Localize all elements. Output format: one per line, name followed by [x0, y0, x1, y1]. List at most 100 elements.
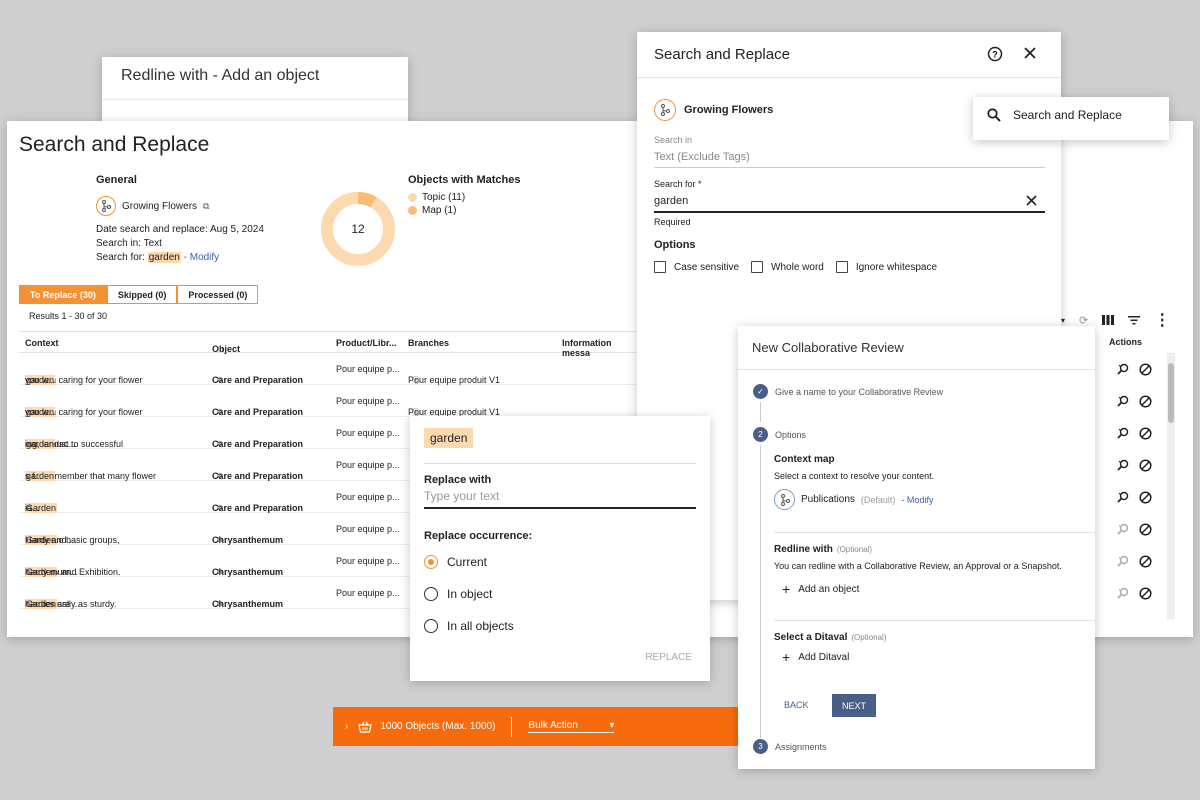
table-row[interactable]: ...When caring for your flower garden yo… [19, 385, 639, 417]
help-icon[interactable]: ? [987, 46, 1003, 62]
search-in-value[interactable]: Text (Exclude Tags) [654, 151, 1045, 168]
search-replace-menu-item[interactable]: Search and Replace [973, 97, 1169, 140]
close-icon[interactable] [1023, 46, 1037, 62]
replace-icon[interactable] [1117, 491, 1129, 503]
objects-with-matches: Objects with Matches Topic (11) Map (1) [408, 174, 520, 218]
donut-total: 12 [351, 222, 365, 236]
filter-icon[interactable] [1128, 315, 1141, 325]
radio-in-object[interactable]: In object [424, 587, 492, 601]
table-scrollbar[interactable] [1167, 353, 1175, 619]
add-object-button[interactable]: + Add an object [782, 581, 1096, 597]
redline-section: Redline with (Optional) You can redline w… [774, 544, 1096, 597]
general-heading: General [96, 174, 137, 186]
row-actions [1102, 481, 1172, 513]
checkbox-box[interactable] [751, 261, 764, 273]
publication-name[interactable]: Growing Flowers [122, 201, 197, 212]
external-link-icon[interactable]: ⧉ [217, 375, 223, 385]
replace-with-label: Replace with [424, 474, 492, 486]
case-sensitive-checkbox[interactable]: Case sensitive [654, 261, 739, 273]
object-name[interactable]: Care and Preparation [212, 375, 303, 385]
skip-icon[interactable] [1139, 426, 1152, 440]
modify-link[interactable]: - Modify [901, 495, 933, 505]
add-ditaval-button[interactable]: + Add Ditaval [782, 649, 1096, 665]
bulk-action-select[interactable]: Bulk Action ▾ [528, 720, 615, 733]
skip-icon[interactable] [1139, 586, 1152, 600]
refresh-icon[interactable]: ⟳ [1079, 314, 1088, 327]
replace-icon[interactable] [1117, 459, 1129, 471]
divider [424, 463, 696, 464]
object-name[interactable]: Care and Preparation [212, 407, 303, 417]
col-product[interactable]: Product/Libr... [336, 338, 397, 348]
replace-icon[interactable] [1117, 523, 1129, 535]
radio-in-all-objects[interactable]: In all objects [424, 619, 514, 633]
checkbox-box[interactable] [654, 261, 666, 273]
clear-icon[interactable] [1026, 195, 1037, 206]
columns-icon[interactable] [1102, 315, 1115, 325]
external-link-icon[interactable]: ⧉ [217, 599, 223, 609]
context-post: hardies are ... [25, 599, 81, 609]
radio-current[interactable]: Current [424, 555, 487, 569]
external-link-icon[interactable]: ⧉ [217, 567, 223, 577]
publication-row[interactable]: Growing Flowers ⧉ [96, 196, 264, 216]
external-link-icon[interactable]: ⧉ [203, 201, 209, 212]
object-name[interactable]: Care and Preparation [212, 503, 303, 513]
radio-circle[interactable] [424, 587, 438, 601]
results-count: Results 1 - 30 of 30 [29, 311, 108, 321]
redline-heading: Redline with (Optional) [774, 544, 1096, 555]
table-row[interactable]: ...When caring for your flower garden yo… [19, 353, 639, 385]
radio-circle[interactable] [424, 555, 438, 569]
object-name[interactable]: Care and Preparation [212, 439, 303, 449]
replace-button[interactable]: REPLACE [645, 652, 692, 663]
step-3[interactable]: 3 Assignments [753, 739, 827, 754]
skip-icon[interactable] [1139, 362, 1152, 376]
external-link-icon[interactable]: ⧉ [217, 471, 223, 481]
next-button[interactable]: NEXT [832, 694, 876, 717]
step-1[interactable]: ✓ Give a name to your Collaborative Revi… [753, 384, 943, 399]
replace-popup: garden Replace with Type your text Repla… [410, 416, 710, 681]
tab-skipped[interactable]: Skipped (0) [106, 285, 178, 304]
skip-icon[interactable] [1139, 458, 1152, 472]
replace-icon[interactable] [1117, 555, 1129, 567]
replace-with-field[interactable]: Replace with Type your text [424, 474, 696, 509]
search-for-field[interactable]: Search for * garden Required [654, 179, 1045, 227]
skip-icon[interactable] [1139, 522, 1152, 536]
external-link-icon[interactable]: ⧉ [217, 535, 223, 545]
col-context[interactable]: Context [25, 338, 59, 348]
replace-icon[interactable] [1117, 427, 1129, 439]
objects-count: 1000 Objects (Max. 1000) [380, 721, 496, 732]
scrollbar-thumb[interactable] [1168, 363, 1174, 423]
object-name[interactable]: Care and Preparation [212, 471, 303, 481]
more-vert-icon[interactable]: ⋮ [1154, 310, 1170, 330]
whole-word-checkbox[interactable]: Whole word [751, 261, 824, 273]
tab-to-replace[interactable]: To Replace (30) [19, 285, 107, 304]
dropdown-arrow-icon[interactable]: ▾ [1061, 316, 1065, 325]
replace-icon[interactable] [1117, 587, 1129, 599]
external-link-icon[interactable]: ⧉ [217, 439, 223, 449]
page-title: Search and Replace [19, 133, 210, 156]
replace-icon[interactable] [1117, 395, 1129, 407]
external-link-icon[interactable]: ⧉ [217, 407, 223, 417]
skip-icon[interactable] [1139, 490, 1152, 504]
search-for-text: Search for: garden - Modify [96, 252, 264, 263]
legend-topic: Topic (11) [408, 192, 520, 203]
replace-icon[interactable] [1117, 363, 1129, 375]
row-actions [1102, 417, 1172, 449]
skip-icon[interactable] [1139, 554, 1152, 568]
back-button[interactable]: BACK [784, 700, 809, 710]
col-branches[interactable]: Branches [408, 338, 449, 348]
search-for-input[interactable]: garden [654, 195, 1045, 213]
modify-link[interactable]: - Modify [184, 252, 220, 263]
publication-tree-icon [774, 489, 795, 510]
checkbox-box[interactable] [835, 261, 848, 273]
optional-tag: (Optional) [851, 633, 887, 642]
ignore-whitespace-checkbox[interactable]: Ignore whitespace [835, 261, 937, 273]
radio-circle[interactable] [424, 619, 438, 633]
step-2[interactable]: 2 Options [753, 427, 806, 442]
chevron-right-icon[interactable]: › [345, 721, 348, 732]
external-link-icon[interactable]: ⧉ [217, 503, 223, 513]
legend-label: Topic (11) [422, 192, 466, 203]
tab-processed[interactable]: Processed (0) [177, 285, 259, 304]
skip-icon[interactable] [1139, 394, 1152, 408]
product-cell: Pour equipe p... [336, 460, 400, 470]
replace-with-input[interactable]: Type your text [424, 486, 696, 509]
